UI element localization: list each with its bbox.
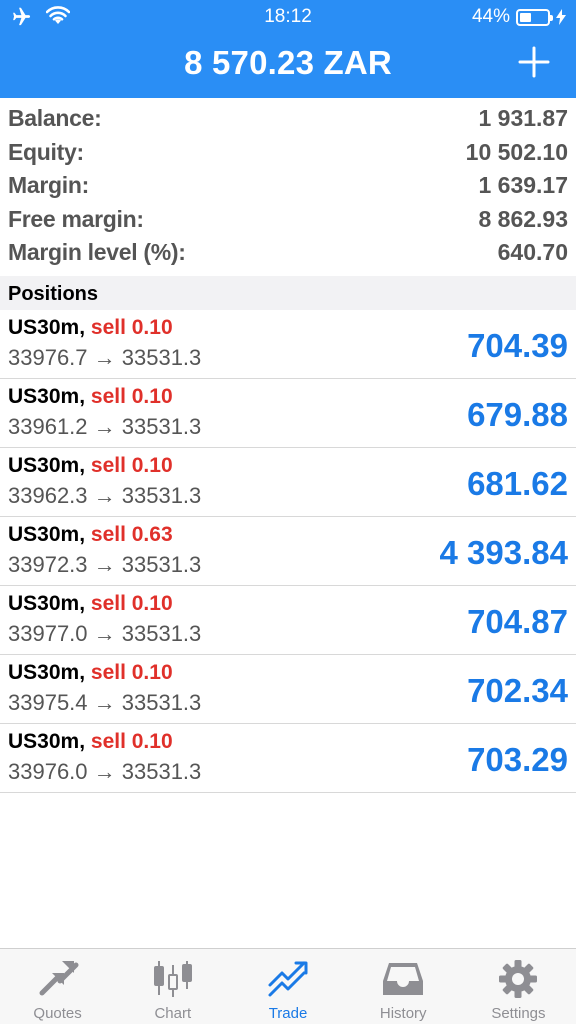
position-profit: 702.34 xyxy=(467,672,568,709)
summary-value: 1 639.17 xyxy=(478,172,568,199)
position-symbol: US30m, xyxy=(8,385,86,408)
summary-value: 10 502.10 xyxy=(465,138,568,165)
position-prices: 33975.4 → 33531.3 xyxy=(8,690,202,715)
position-side: sell 0.10 xyxy=(90,454,173,477)
summary-label: Margin: xyxy=(8,172,89,199)
tab-label: Quotes xyxy=(33,1005,82,1022)
position-side: sell 0.10 xyxy=(90,385,173,408)
position-profit: 704.87 xyxy=(467,603,568,640)
position-symbol: US30m, xyxy=(8,454,86,477)
position-profit: 704.39 xyxy=(467,327,568,364)
position-symbol: US30m, xyxy=(8,316,86,339)
trade-trend-icon xyxy=(268,961,308,997)
position-row[interactable]: US30m, sell 0.10 33961.2 → 33531.3 679.8… xyxy=(0,379,576,448)
app-header: 18:12 44% 8 570.23 ZAR xyxy=(0,0,576,98)
summary-label: Free margin: xyxy=(8,205,144,232)
position-row[interactable]: US30m, sell 0.10 33962.3 → 33531.3 681.6… xyxy=(0,448,576,517)
summary-value: 1 931.87 xyxy=(478,105,568,132)
charging-bolt-icon xyxy=(556,9,566,25)
summary-label: Balance: xyxy=(8,105,102,132)
battery-percent: 44% xyxy=(471,6,510,27)
position-row[interactable]: US30m, sell 0.10 33976.0 → 33531.3 703.2… xyxy=(0,724,576,793)
position-prices: 33972.3 → 33531.3 xyxy=(8,552,202,577)
position-profit: 703.29 xyxy=(467,741,568,778)
position-symbol: US30m, xyxy=(8,592,86,615)
positions-section-header: Positions xyxy=(0,276,576,310)
tab-trade[interactable]: Trade xyxy=(230,949,345,1024)
position-prices: 33977.0 → 33531.3 xyxy=(8,621,202,646)
position-prices: 33976.7 → 33531.3 xyxy=(8,345,202,370)
candlestick-chart-icon xyxy=(153,961,192,997)
status-bar: 18:12 44% xyxy=(0,0,576,32)
position-side: sell 0.10 xyxy=(90,592,173,615)
gear-icon xyxy=(499,960,538,998)
tab-settings[interactable]: Settings xyxy=(461,949,576,1024)
tab-label: Settings xyxy=(491,1005,546,1022)
summary-value: 8 862.93 xyxy=(478,205,568,232)
inbox-tray-icon xyxy=(383,963,424,995)
tab-label: History xyxy=(379,1005,427,1022)
position-profit: 4 393.84 xyxy=(439,534,568,571)
add-order-button[interactable] xyxy=(518,46,550,78)
position-prices: 33961.2 → 33531.3 xyxy=(8,414,202,439)
summary-label: Margin level (%): xyxy=(8,239,186,266)
battery-icon xyxy=(516,8,553,26)
summary-row-margin: Margin: 1 639.17 xyxy=(0,169,576,203)
summary-row-equity: Equity: 10 502.10 xyxy=(0,136,576,170)
position-symbol: US30m, xyxy=(8,730,86,753)
position-row[interactable]: US30m, sell 0.10 33975.4 → 33531.3 702.3… xyxy=(0,655,576,724)
position-side: sell 0.63 xyxy=(90,523,173,546)
position-row[interactable]: US30m, sell 0.63 33972.3 → 33531.3 4 393… xyxy=(0,517,576,586)
position-row[interactable]: US30m, sell 0.10 33977.0 → 33531.3 704.8… xyxy=(0,586,576,655)
battery-fill xyxy=(520,12,532,22)
summary-row-free-margin: Free margin: 8 862.93 xyxy=(0,203,576,237)
summary-row-margin-level: Margin level (%): 640.70 xyxy=(0,236,576,270)
position-symbol: US30m, xyxy=(8,523,86,546)
tab-label: Trade xyxy=(268,1005,308,1022)
positions-list: US30m, sell 0.10 33976.7 → 33531.3 704.3… xyxy=(0,310,576,793)
tab-label: Chart xyxy=(154,1005,192,1022)
summary-value: 640.70 xyxy=(497,239,568,266)
equity-title: 8 570.23 ZAR xyxy=(184,44,392,81)
position-prices: 33962.3 → 33531.3 xyxy=(8,483,202,508)
position-prices: 33976.0 → 33531.3 xyxy=(8,759,202,784)
position-row[interactable]: US30m, sell 0.10 33976.7 → 33531.3 704.3… xyxy=(0,310,576,379)
summary-row-balance: Balance: 1 931.87 xyxy=(0,102,576,136)
position-side: sell 0.10 xyxy=(90,730,173,753)
tab-bar: Quotes Chart Trade History Settings xyxy=(0,948,576,1024)
position-symbol: US30m, xyxy=(8,661,86,684)
account-summary: Balance: 1 931.87 Equity: 10 502.10 Marg… xyxy=(0,98,576,276)
summary-label: Equity: xyxy=(8,138,84,165)
position-profit: 679.88 xyxy=(467,396,568,433)
tab-quotes[interactable]: Quotes xyxy=(0,949,115,1024)
position-side: sell 0.10 xyxy=(90,661,173,684)
position-side: sell 0.10 xyxy=(90,316,173,339)
tab-history[interactable]: History xyxy=(346,949,461,1024)
tab-chart[interactable]: Chart xyxy=(115,949,230,1024)
quotes-arrows-icon xyxy=(39,961,79,996)
position-profit: 681.62 xyxy=(467,465,568,502)
